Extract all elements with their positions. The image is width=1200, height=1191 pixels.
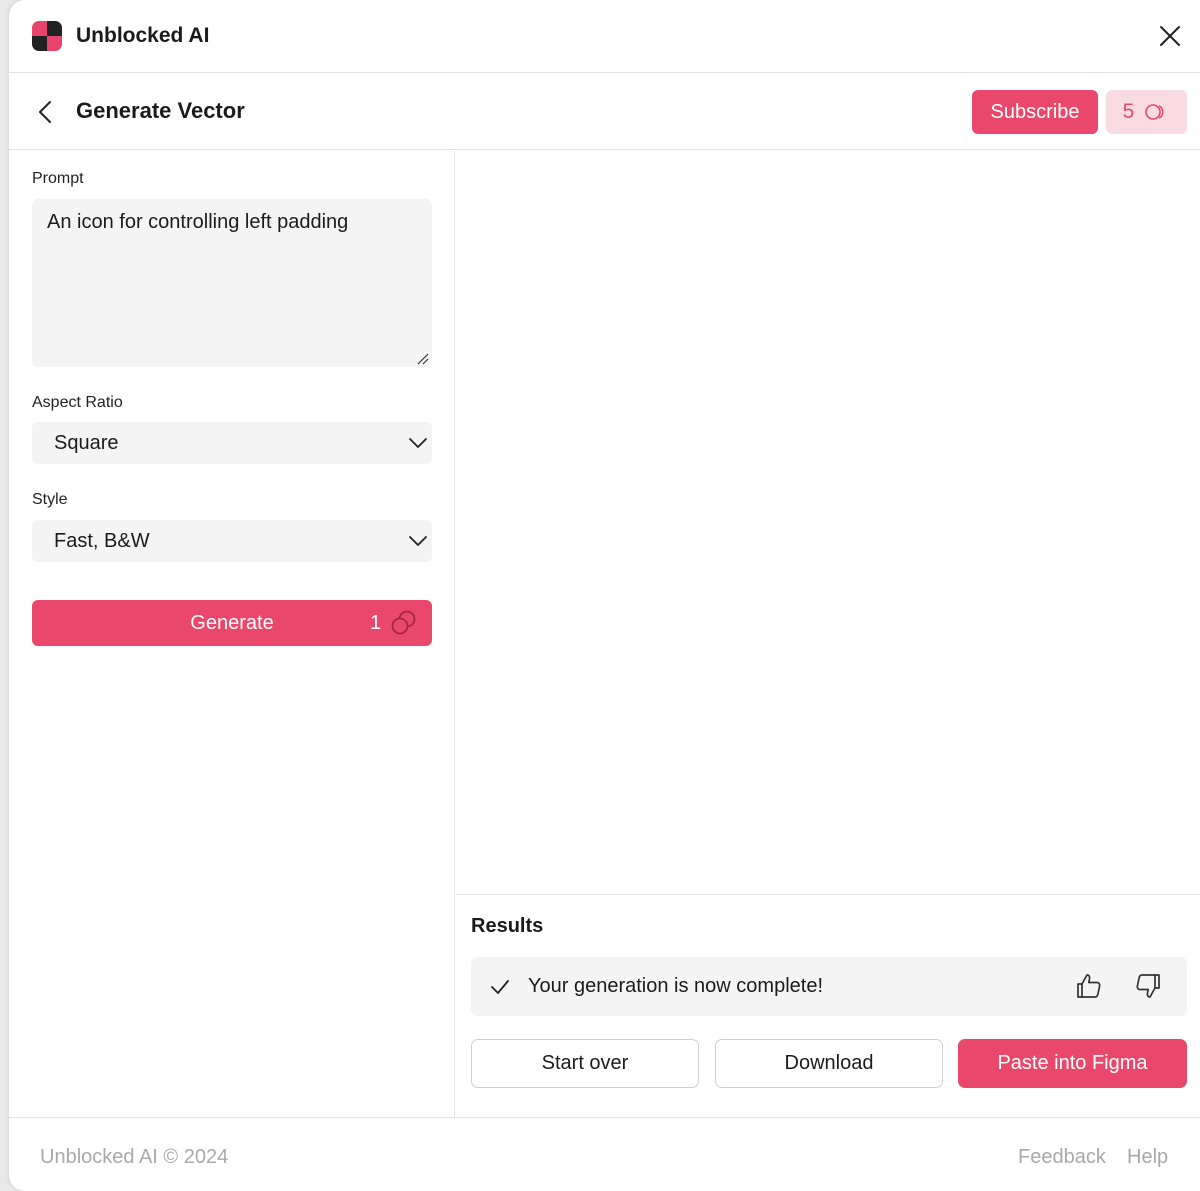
plugin-window: Unblocked AI Generate Vector Subscribe 5… <box>9 0 1200 1191</box>
generate-cost: 1 <box>370 612 382 634</box>
thumbs-down-icon <box>1136 974 1160 998</box>
feedback-link[interactable]: Feedback <box>1018 1146 1106 1169</box>
check-icon <box>491 980 509 994</box>
credits-coin-icon <box>1145 104 1164 120</box>
close-button[interactable] <box>1156 22 1184 50</box>
status-message-bar: Your generation is now complete! <box>471 957 1187 1016</box>
aspect-ratio-label: Aspect Ratio <box>32 394 123 411</box>
footer: Unblocked AI © 2024 Feedback Help <box>9 1117 1200 1191</box>
back-button[interactable] <box>33 98 57 126</box>
prompt-input[interactable]: An icon for controlling left padding <box>32 199 432 367</box>
style-select[interactable]: Fast, B&W <box>32 520 432 562</box>
result-preview <box>456 151 1200 895</box>
title-bar: Unblocked AI <box>9 0 1200 73</box>
generate-button[interactable]: Generate 1 <box>32 600 432 646</box>
app-title: Unblocked AI <box>76 24 210 47</box>
credits-coin-icon <box>391 610 416 635</box>
thumbs-down-button[interactable] <box>1133 971 1163 1001</box>
page-title: Generate Vector <box>76 98 245 123</box>
help-link[interactable]: Help <box>1127 1146 1168 1169</box>
paste-into-figma-button[interactable]: Paste into Figma <box>958 1039 1187 1088</box>
style-label: Style <box>32 491 68 508</box>
status-message: Your generation is now complete! <box>528 975 823 997</box>
results-heading: Results <box>471 915 544 937</box>
close-icon <box>1160 26 1180 46</box>
generation-form: Prompt An icon for controlling left padd… <box>9 151 455 1117</box>
start-over-button[interactable]: Start over <box>471 1039 699 1088</box>
app-logo <box>32 21 62 51</box>
credits-count: 5 <box>1122 100 1135 123</box>
download-button[interactable]: Download <box>715 1039 943 1088</box>
subscribe-button[interactable]: Subscribe <box>972 90 1098 134</box>
copyright-text: Unblocked AI © 2024 <box>40 1146 229 1168</box>
aspect-ratio-value: Square <box>54 432 119 454</box>
prompt-label: Prompt <box>32 170 84 187</box>
back-arrow-icon <box>39 101 51 123</box>
style-value: Fast, B&W <box>54 530 150 552</box>
aspect-ratio-select[interactable]: Square <box>32 422 432 464</box>
credits-badge: 5 <box>1106 90 1187 134</box>
page-header: Generate Vector Subscribe 5 <box>9 74 1200 150</box>
thumbs-up-icon <box>1077 974 1101 998</box>
chevron-down-icon <box>409 536 427 546</box>
thumbs-up-button[interactable] <box>1074 971 1104 1001</box>
resize-grip-icon[interactable] <box>417 353 429 365</box>
chevron-down-icon <box>409 438 427 448</box>
